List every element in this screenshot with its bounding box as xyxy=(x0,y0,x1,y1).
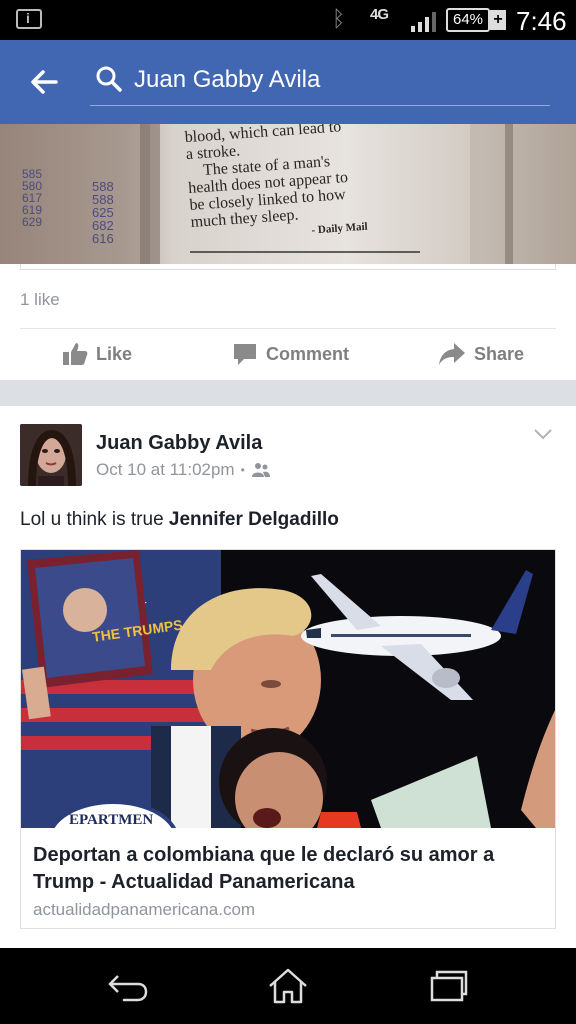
bluetooth-icon: ᛒ xyxy=(332,6,346,31)
share-button[interactable]: Share xyxy=(438,339,524,369)
like-button[interactable]: Like xyxy=(62,339,132,369)
share-icon xyxy=(439,343,465,365)
photo-numbers-right: 588 588 625 682 616 xyxy=(92,180,114,245)
battery-percentage: 64% xyxy=(446,8,490,32)
back-icon[interactable] xyxy=(106,966,150,1006)
photo-number: 616 xyxy=(92,231,114,246)
search-bar[interactable]: Juan Gabby Avila xyxy=(90,56,550,106)
like-label: Like xyxy=(96,343,133,364)
chevron-down-icon[interactable] xyxy=(532,426,554,442)
friends-audience-icon xyxy=(251,463,270,477)
link-preview-card[interactable]: THE TRUMPS EPARTMEN Deportan a colombian… xyxy=(20,549,556,929)
avatar[interactable] xyxy=(20,424,82,486)
post-photo[interactable]: blood, which can lead to a stroke. The s… xyxy=(0,124,576,264)
status-bar: ᛒ 4G 64% + 7:46 xyxy=(0,0,576,40)
post-actions: Like Comment Share xyxy=(0,329,576,379)
comment-label: Comment xyxy=(266,343,350,364)
post-meta: Oct 10 at 11:02pm • xyxy=(96,460,271,480)
search-query[interactable]: Juan Gabby Avila xyxy=(134,66,320,94)
clock: 7:46 xyxy=(516,6,567,36)
app-bar: Juan Gabby Avila xyxy=(0,40,576,124)
news-collage-image: THE TRUMPS EPARTMEN xyxy=(21,550,555,828)
search-icon xyxy=(96,66,122,92)
link-domain: actualidadpanamericana.com xyxy=(33,900,256,919)
author-name[interactable]: Juan Gabby Avila xyxy=(96,432,262,455)
link-preview-image[interactable]: THE TRUMPS EPARTMEN xyxy=(21,550,555,828)
share-label: Share xyxy=(474,343,525,364)
system-nav-bar xyxy=(0,948,576,1024)
tagged-person-link[interactable]: Jennifer Delgadillo xyxy=(169,509,339,530)
notification-icon xyxy=(16,9,42,29)
timestamp[interactable]: Oct 10 at 11:02pm xyxy=(96,460,235,480)
charging-icon: + xyxy=(490,10,506,30)
recent-apps-icon[interactable] xyxy=(426,966,470,1006)
photo-caption-text: blood, which can lead to a stroke. The s… xyxy=(184,124,452,248)
likes-count[interactable]: 1 like xyxy=(20,290,60,310)
comment-icon xyxy=(234,344,256,365)
avatar-image xyxy=(20,424,82,486)
post-card: Juan Gabby Avila Oct 10 at 11:02pm • Lol… xyxy=(0,406,576,948)
comment-button[interactable]: Comment xyxy=(232,339,349,369)
feed-separator xyxy=(0,380,576,406)
seal-text: EPARTMEN xyxy=(69,812,153,828)
news-feed[interactable]: blood, which can lead to a stroke. The s… xyxy=(0,124,576,948)
photo-number: 629 xyxy=(22,215,43,229)
photo-frame xyxy=(20,264,556,270)
signal-icon xyxy=(411,12,436,32)
back-arrow-icon[interactable] xyxy=(26,64,62,100)
home-icon[interactable] xyxy=(266,966,310,1006)
post-text-body: Lol u think is true xyxy=(20,509,169,530)
network-type: 4G xyxy=(370,6,389,23)
post-text: Lol u think is true Jennifer Delgadillo xyxy=(20,509,339,531)
meta-separator: • xyxy=(240,463,245,477)
link-title[interactable]: Deportan a colombiana que le declaró su … xyxy=(33,842,543,896)
thumbs-up-icon xyxy=(63,343,88,365)
photo-numbers-left: 585 580 617 619 629 xyxy=(22,168,42,228)
post-card: blood, which can lead to a stroke. The s… xyxy=(0,124,576,380)
